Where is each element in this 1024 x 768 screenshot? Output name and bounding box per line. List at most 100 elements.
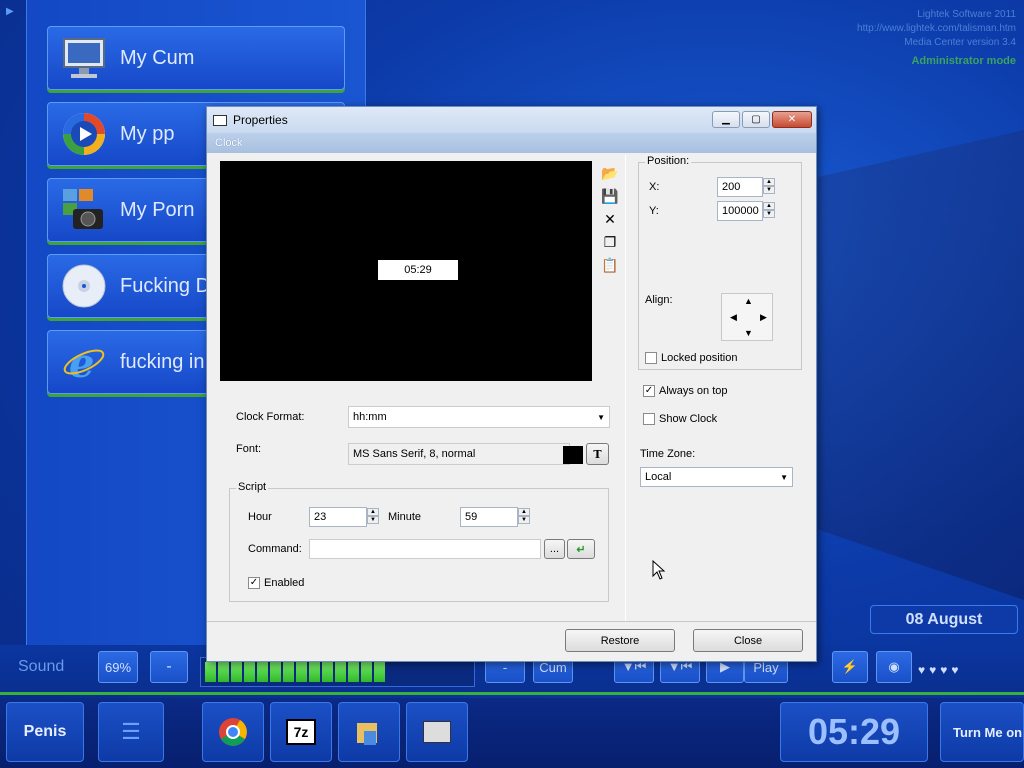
enabled-label: Enabled bbox=[264, 577, 305, 589]
volume-percent-button[interactable]: 69% bbox=[98, 651, 138, 683]
sound-label: Sound bbox=[18, 658, 65, 675]
show-clock-checkbox[interactable]: Show Clock bbox=[643, 413, 717, 425]
minimize-button[interactable]: ▁ bbox=[712, 111, 740, 128]
time-zone-label: Time Zone: bbox=[640, 448, 696, 460]
properties-window-icon bbox=[423, 721, 451, 743]
media-player-icon bbox=[60, 110, 108, 158]
media-player-small-icon: ◉ bbox=[888, 659, 900, 674]
preview-clock[interactable]: 05:29 bbox=[378, 260, 458, 280]
font-color-swatch[interactable] bbox=[563, 446, 583, 464]
maximize-icon: ▢ bbox=[751, 114, 761, 125]
brand-line-1: Lightek Software 2011 bbox=[917, 9, 1016, 20]
copy-icon[interactable]: ❐ bbox=[604, 234, 617, 251]
open-folder-icon[interactable]: 📂 bbox=[601, 165, 618, 182]
media-player-button[interactable]: ◉ bbox=[876, 651, 912, 683]
time-zone-select[interactable]: Local ▼ bbox=[640, 467, 793, 487]
clock-format-select[interactable]: hh:mm ▼ bbox=[348, 406, 610, 428]
spin-up-icon[interactable]: ▲ bbox=[763, 202, 775, 210]
brand-info: Lightek Software 2011 http://www.lightek… bbox=[857, 8, 1016, 68]
time-zone-value: Local bbox=[645, 471, 672, 483]
minute-spinner[interactable]: ▲ ▼ bbox=[518, 508, 530, 524]
minimize-icon: ▁ bbox=[722, 114, 730, 125]
taskbar-properties[interactable] bbox=[406, 702, 468, 762]
hour-label: Hour bbox=[248, 511, 272, 523]
volume-segment bbox=[348, 662, 359, 682]
align-label: Align: bbox=[645, 294, 673, 306]
volume-down-button[interactable]: - bbox=[150, 651, 188, 683]
taskbar-list-button[interactable]: ☰ bbox=[98, 702, 164, 762]
show-clock-label: Show Clock bbox=[659, 413, 718, 425]
close-button[interactable]: Close bbox=[693, 629, 803, 652]
window-controls: ▁ ▢ ✕ bbox=[712, 111, 812, 128]
taskbar-clock: 05:29 bbox=[780, 702, 928, 762]
always-on-top-checkbox[interactable]: ✓ Always on top bbox=[643, 385, 727, 397]
spin-down-icon[interactable]: ▼ bbox=[367, 516, 379, 524]
menu-item-my-cum[interactable]: My Cum bbox=[47, 26, 345, 90]
taskbar-7zip[interactable]: 7z bbox=[270, 702, 332, 762]
y-spinner[interactable]: ▲ ▼ bbox=[763, 202, 775, 218]
spin-down-icon[interactable]: ▼ bbox=[763, 186, 775, 194]
apply-command-button[interactable]: ↵ bbox=[567, 539, 595, 559]
align-control[interactable]: ▲ ◀ ▶ ▼ bbox=[721, 293, 773, 341]
menu-item-label: My Cum bbox=[120, 46, 195, 69]
start-button[interactable]: Penis bbox=[6, 702, 84, 762]
x-field[interactable]: 200 bbox=[717, 177, 763, 197]
browse-button[interactable]: ... bbox=[544, 539, 565, 559]
spin-down-icon[interactable]: ▼ bbox=[763, 210, 775, 218]
svg-text:e: e bbox=[69, 340, 94, 385]
taskbar-chrome[interactable] bbox=[202, 702, 264, 762]
menu-item-label: fucking in bbox=[120, 350, 205, 373]
monitor-icon bbox=[60, 34, 108, 82]
menu-item-label: Fucking D bbox=[120, 274, 211, 297]
hour-spinner[interactable]: ▲ ▼ bbox=[367, 508, 379, 524]
y-field[interactable]: 100000 bbox=[717, 201, 763, 221]
align-right-icon[interactable]: ▶ bbox=[760, 312, 767, 323]
volume-segment bbox=[374, 662, 385, 682]
command-label: Command: bbox=[248, 543, 302, 555]
checkbox-box[interactable] bbox=[643, 413, 655, 425]
dialog-app-icon bbox=[213, 114, 227, 126]
tools-icon: ⚡ bbox=[841, 659, 859, 674]
taskbar-explorer[interactable] bbox=[338, 702, 400, 762]
paste-icon[interactable]: 📋 bbox=[601, 257, 618, 274]
spin-up-icon[interactable]: ▲ bbox=[367, 508, 379, 516]
7zip-icon: 7z bbox=[286, 719, 316, 745]
spin-down-icon[interactable]: ▼ bbox=[518, 516, 530, 524]
vertical-divider bbox=[625, 155, 626, 621]
green-arrow-icon: ↵ bbox=[576, 543, 586, 556]
maximize-button[interactable]: ▢ bbox=[742, 111, 770, 128]
volume-segment bbox=[309, 662, 320, 682]
align-left-icon[interactable]: ◀ bbox=[730, 312, 737, 323]
minute-field[interactable]: 59 bbox=[460, 507, 518, 527]
brand-line-3: Media Center version 3.4 bbox=[904, 37, 1016, 48]
hour-field[interactable]: 23 bbox=[309, 507, 367, 527]
x-spinner[interactable]: ▲ ▼ bbox=[763, 178, 775, 194]
enabled-checkbox[interactable]: ✓ Enabled bbox=[248, 577, 304, 589]
volume-segment bbox=[244, 662, 255, 682]
command-field[interactable] bbox=[309, 539, 541, 559]
cd-icon bbox=[60, 262, 108, 310]
top-left-arrow-icon[interactable]: ▶ bbox=[6, 6, 14, 17]
admin-mode-label: Administrator mode bbox=[911, 55, 1016, 67]
list-window-icon: ☰ bbox=[121, 719, 141, 744]
checkbox-box[interactable]: ✓ bbox=[248, 577, 260, 589]
y-label: Y: bbox=[649, 205, 659, 217]
chevron-down-icon: ▼ bbox=[780, 472, 788, 482]
save-icon[interactable]: 💾 bbox=[601, 188, 618, 205]
align-up-icon[interactable]: ▲ bbox=[744, 296, 753, 306]
locked-position-checkbox[interactable]: Locked position bbox=[645, 352, 737, 364]
brand-line-2: http://www.lightek.com/talisman.htm bbox=[857, 23, 1016, 34]
font-button[interactable]: T bbox=[586, 443, 609, 465]
spin-up-icon[interactable]: ▲ bbox=[518, 508, 530, 516]
align-down-icon[interactable]: ▼ bbox=[744, 328, 753, 338]
checkbox-box[interactable]: ✓ bbox=[643, 385, 655, 397]
delete-icon[interactable]: ✕ bbox=[604, 211, 616, 228]
turn-me-on-button[interactable]: Turn Me on bbox=[940, 702, 1024, 762]
spin-up-icon[interactable]: ▲ bbox=[763, 178, 775, 186]
volume-segment bbox=[270, 662, 281, 682]
restore-button[interactable]: Restore bbox=[565, 629, 675, 652]
tools-button[interactable]: ⚡ bbox=[832, 651, 868, 683]
checkbox-box[interactable] bbox=[645, 352, 657, 364]
close-window-button[interactable]: ✕ bbox=[772, 111, 812, 128]
section-header: Clock bbox=[207, 133, 816, 153]
